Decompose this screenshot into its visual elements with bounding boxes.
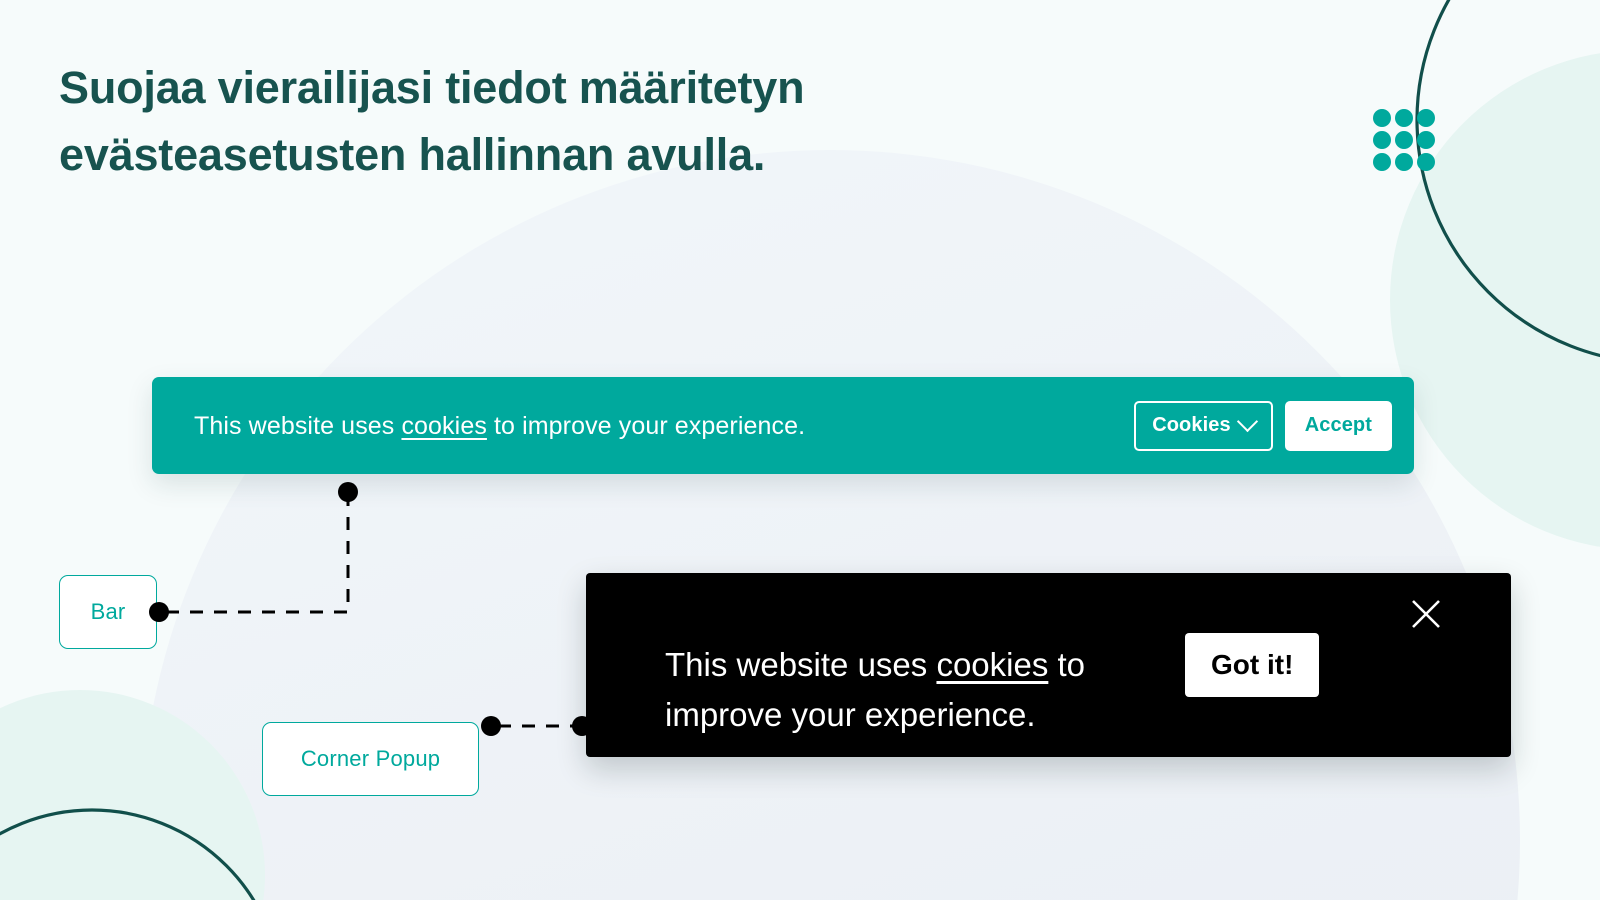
- corner-popup-banner: This website uses cookies to improve you…: [586, 573, 1511, 757]
- background-ring-top-right: [1415, 0, 1600, 358]
- connector-bar-to-banner: [166, 498, 350, 614]
- cookie-bar-message: This website uses cookies to improve you…: [194, 411, 1134, 441]
- background-mint-circle-bottom-left: [0, 690, 265, 900]
- label-chip-bar[interactable]: Bar: [59, 575, 157, 649]
- corner-popup-cookies-link[interactable]: cookies: [936, 646, 1048, 683]
- connector-dot-banner: [338, 482, 358, 502]
- cookie-bar-text-before: This website uses: [194, 411, 402, 440]
- page-heading: Suojaa vierailijasi tiedot määritetyn ev…: [59, 62, 805, 180]
- corner-popup-text-before: This website uses: [665, 646, 937, 684]
- connector-dot-corner-chip: [481, 716, 501, 736]
- label-chip-corner-popup-text: Corner Popup: [300, 746, 441, 771]
- background-ring-bottom-left: [0, 808, 256, 900]
- cookie-bar-banner: This website uses cookies to improve you…: [152, 377, 1414, 474]
- cookie-bar-cookies-link[interactable]: cookies: [401, 412, 486, 440]
- cookie-bar-text-after: to improve your experience.: [486, 411, 806, 440]
- corner-popup-message: This website uses cookies to improve you…: [665, 591, 1185, 740]
- chevron-down-icon: [1236, 410, 1258, 433]
- close-icon[interactable]: [1409, 597, 1443, 631]
- dots-grid-icon: [1373, 109, 1435, 171]
- got-it-button[interactable]: Got it!: [1185, 633, 1320, 697]
- label-chip-bar-text: Bar: [90, 599, 126, 624]
- cookie-bar-actions: Cookies Accept: [1134, 400, 1392, 451]
- accept-button[interactable]: Accept: [1284, 400, 1392, 451]
- label-chip-corner-popup[interactable]: Corner Popup: [262, 722, 479, 796]
- cookies-dropdown-label: Cookies: [1152, 414, 1231, 436]
- cookies-dropdown-button[interactable]: Cookies: [1134, 400, 1273, 451]
- background-mint-circle-top-right: [1390, 53, 1600, 547]
